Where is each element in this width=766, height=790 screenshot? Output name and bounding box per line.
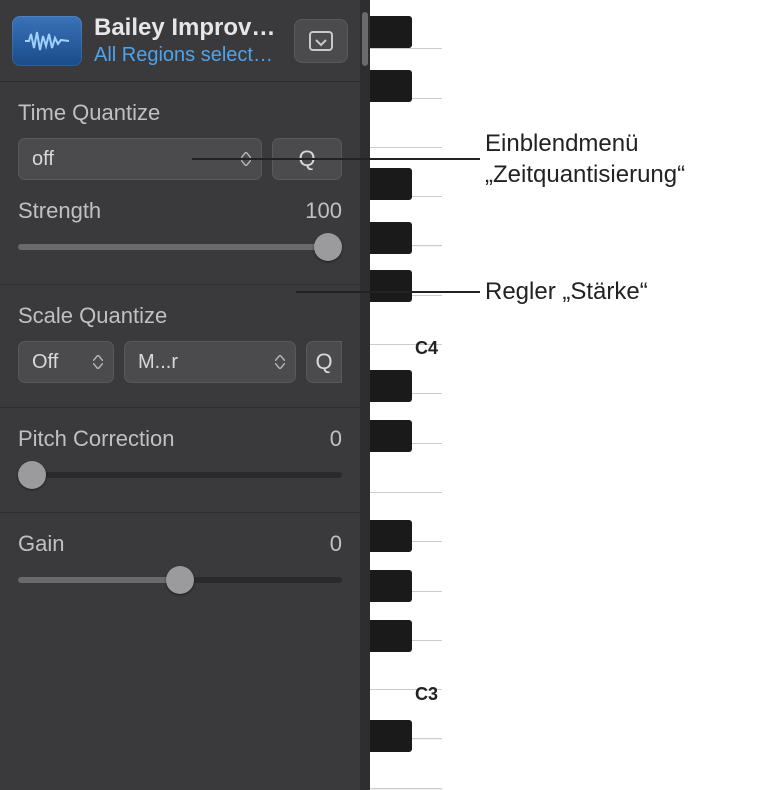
scale-quantize-key-popup[interactable]: Off <box>18 341 114 383</box>
chevrons-icon <box>272 355 288 369</box>
callout-line <box>192 158 480 160</box>
octave-label-c4: C4 <box>415 338 438 359</box>
time-quantize-title: Time Quantize <box>18 100 342 126</box>
strength-value: 100 <box>305 198 342 224</box>
strength-slider[interactable] <box>18 234 342 260</box>
time-quantize-section: Time Quantize off Q Strength 100 <box>0 82 360 285</box>
region-dropdown-button[interactable] <box>294 19 348 63</box>
gain-section: Gain 0 <box>0 513 360 617</box>
piano-column: C4 C3 <box>360 0 442 790</box>
scale-key-value: Off <box>32 351 90 374</box>
pitch-correction-label: Pitch Correction <box>18 426 175 452</box>
pitch-correction-section: Pitch Correction 0 <box>0 408 360 513</box>
pitch-correction-slider[interactable] <box>18 462 342 488</box>
callout-line <box>296 291 480 293</box>
scale-quantize-apply-button[interactable]: Q <box>306 341 342 383</box>
inspector-panel: Bailey Improv 04 All Regions selected...… <box>0 0 442 790</box>
scale-quantize-section: Scale Quantize Off M...r <box>0 285 360 408</box>
strength-label: Strength <box>18 198 101 224</box>
scale-scale-value: M...r <box>138 351 272 374</box>
inspector-header: Bailey Improv 04 All Regions selected... <box>0 0 360 82</box>
callout-strength: Regler „Stärke“ <box>485 276 648 307</box>
gain-label: Gain <box>18 531 64 557</box>
gain-slider[interactable] <box>18 567 342 593</box>
audio-track-icon <box>12 16 82 66</box>
callout-time-quantize: Einblendmenü „Zeitquantisierung“ <box>485 128 766 190</box>
track-title: Bailey Improv 04 <box>94 14 282 42</box>
vertical-scrollbar[interactable] <box>360 0 370 790</box>
track-subtitle[interactable]: All Regions selected... <box>94 44 282 67</box>
q-label: Q <box>315 349 332 375</box>
scale-quantize-title: Scale Quantize <box>18 303 342 329</box>
chevrons-icon <box>90 355 106 369</box>
pitch-correction-value: 0 <box>330 426 342 452</box>
octave-label-c3: C3 <box>415 684 438 705</box>
gain-value: 0 <box>330 531 342 557</box>
scale-quantize-scale-popup[interactable]: M...r <box>124 341 296 383</box>
piano-keyboard[interactable]: C4 C3 <box>370 0 442 790</box>
inspector-column: Bailey Improv 04 All Regions selected...… <box>0 0 360 790</box>
